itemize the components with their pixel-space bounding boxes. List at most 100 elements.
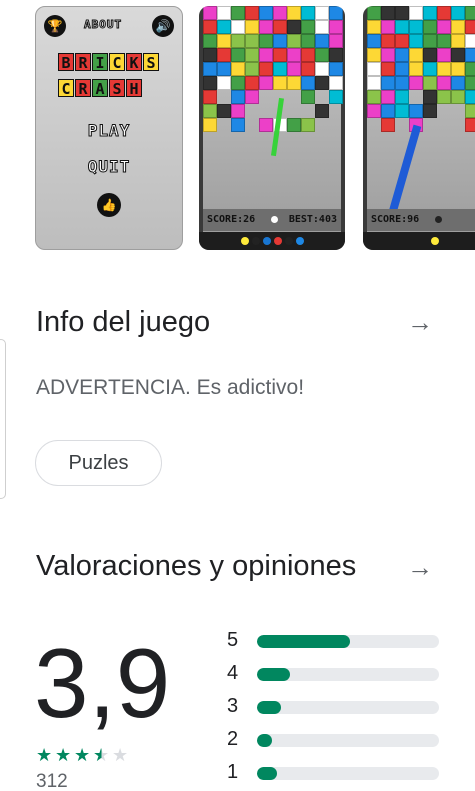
ball-color-dot bbox=[284, 237, 293, 245]
brick bbox=[367, 20, 381, 34]
score-bar: SCORE:26 BEST:403 bbox=[203, 209, 341, 231]
ball-selector bbox=[363, 232, 475, 250]
rating-bar-label: 2 bbox=[227, 728, 239, 750]
brick bbox=[367, 90, 381, 104]
brick bbox=[315, 6, 329, 20]
rating-count: 312 bbox=[36, 771, 68, 791]
brick bbox=[381, 6, 395, 20]
brick bbox=[273, 62, 287, 76]
brick bbox=[423, 90, 437, 104]
best-text: BEST:403 bbox=[288, 214, 337, 225]
brick bbox=[287, 76, 301, 90]
arrow-right-icon[interactable]: → bbox=[405, 307, 435, 337]
brick bbox=[395, 48, 409, 62]
brick bbox=[395, 20, 409, 34]
brick bbox=[287, 48, 301, 62]
brick bbox=[465, 62, 475, 76]
brick bbox=[301, 34, 315, 48]
screenshot-carousel[interactable]: 🏆 ABOUT 🔊 BRICKS CRASH PLAY QUIT 👍 SCORE… bbox=[0, 0, 475, 256]
brick bbox=[259, 34, 273, 48]
brick bbox=[259, 118, 273, 132]
brick bbox=[367, 104, 381, 118]
rating-bar-track bbox=[257, 668, 439, 681]
brick bbox=[245, 76, 259, 90]
brick bbox=[301, 62, 315, 76]
arrow-right-icon[interactable]: → bbox=[405, 552, 435, 582]
brick bbox=[203, 48, 217, 62]
brick bbox=[203, 118, 217, 132]
brick bbox=[259, 6, 273, 20]
brick bbox=[437, 20, 451, 34]
brick bbox=[301, 76, 315, 90]
brick bbox=[381, 76, 395, 90]
screenshot-game-2[interactable]: SCORE:96 BE bbox=[363, 6, 475, 250]
star-full-icon: ★ bbox=[36, 745, 53, 765]
brick bbox=[367, 34, 381, 48]
brick bbox=[245, 34, 259, 48]
brick bbox=[381, 90, 395, 104]
rating-bar-fill bbox=[257, 767, 278, 780]
brick bbox=[381, 62, 395, 76]
brick bbox=[273, 76, 287, 90]
brick bbox=[329, 6, 343, 20]
brick bbox=[381, 118, 395, 132]
brick bbox=[381, 104, 395, 118]
brick bbox=[395, 62, 409, 76]
logo-line2: CRASH bbox=[58, 79, 142, 98]
play-label: PLAY bbox=[87, 121, 131, 141]
brick bbox=[231, 62, 245, 76]
brick bbox=[203, 6, 217, 20]
brick bbox=[437, 34, 451, 48]
brick bbox=[231, 34, 245, 48]
brick bbox=[367, 6, 381, 20]
rating-bar-fill bbox=[257, 734, 272, 747]
rating-bar-label: 5 bbox=[227, 629, 239, 651]
ball-color-dot bbox=[240, 237, 249, 245]
brick bbox=[437, 90, 451, 104]
brick bbox=[423, 34, 437, 48]
side-drawer-handle[interactable] bbox=[0, 339, 6, 499]
screenshot-menu[interactable]: 🏆 ABOUT 🔊 BRICKS CRASH PLAY QUIT 👍 bbox=[35, 6, 183, 250]
brick bbox=[437, 6, 451, 20]
brick bbox=[245, 90, 259, 104]
logo-line1: BRICKS bbox=[58, 53, 159, 72]
star-half-icon: ★ bbox=[93, 745, 110, 765]
category-chip[interactable]: Puzles bbox=[35, 440, 162, 486]
brick bbox=[395, 6, 409, 20]
rating-bar-row: 1 bbox=[222, 761, 442, 787]
average-rating: 3,9 bbox=[34, 628, 171, 738]
brick bbox=[231, 76, 245, 90]
brick bbox=[217, 104, 231, 118]
ball-color-dot bbox=[251, 237, 260, 245]
brick bbox=[451, 48, 465, 62]
logo-letter: A bbox=[92, 79, 108, 98]
brick bbox=[329, 34, 343, 48]
brick bbox=[315, 76, 329, 90]
brick bbox=[381, 48, 395, 62]
ball-icon bbox=[271, 216, 278, 223]
thumbs-up-icon: 👍 bbox=[97, 193, 121, 217]
score-text: SCORE:96 bbox=[371, 214, 420, 225]
logo-letter: S bbox=[143, 53, 159, 72]
ball-color-dot bbox=[262, 237, 271, 245]
brick bbox=[451, 6, 465, 20]
brick bbox=[273, 6, 287, 20]
brick bbox=[301, 90, 315, 104]
ball-color-dot bbox=[273, 237, 282, 245]
brick bbox=[465, 90, 475, 104]
brick bbox=[437, 76, 451, 90]
brick bbox=[217, 6, 231, 20]
score-text: SCORE:26 bbox=[207, 214, 256, 225]
speaker-icon: 🔊 bbox=[152, 15, 174, 37]
ball-color-dot bbox=[431, 237, 439, 245]
screenshot-game-1[interactable]: SCORE:26 BEST:403 bbox=[199, 6, 345, 250]
rating-bar-fill bbox=[257, 701, 281, 714]
brick bbox=[273, 20, 287, 34]
brick bbox=[465, 48, 475, 62]
brick bbox=[287, 6, 301, 20]
rating-bar-track bbox=[257, 767, 439, 780]
brick bbox=[203, 90, 217, 104]
brick bbox=[367, 62, 381, 76]
brick bbox=[409, 62, 423, 76]
brick bbox=[381, 20, 395, 34]
